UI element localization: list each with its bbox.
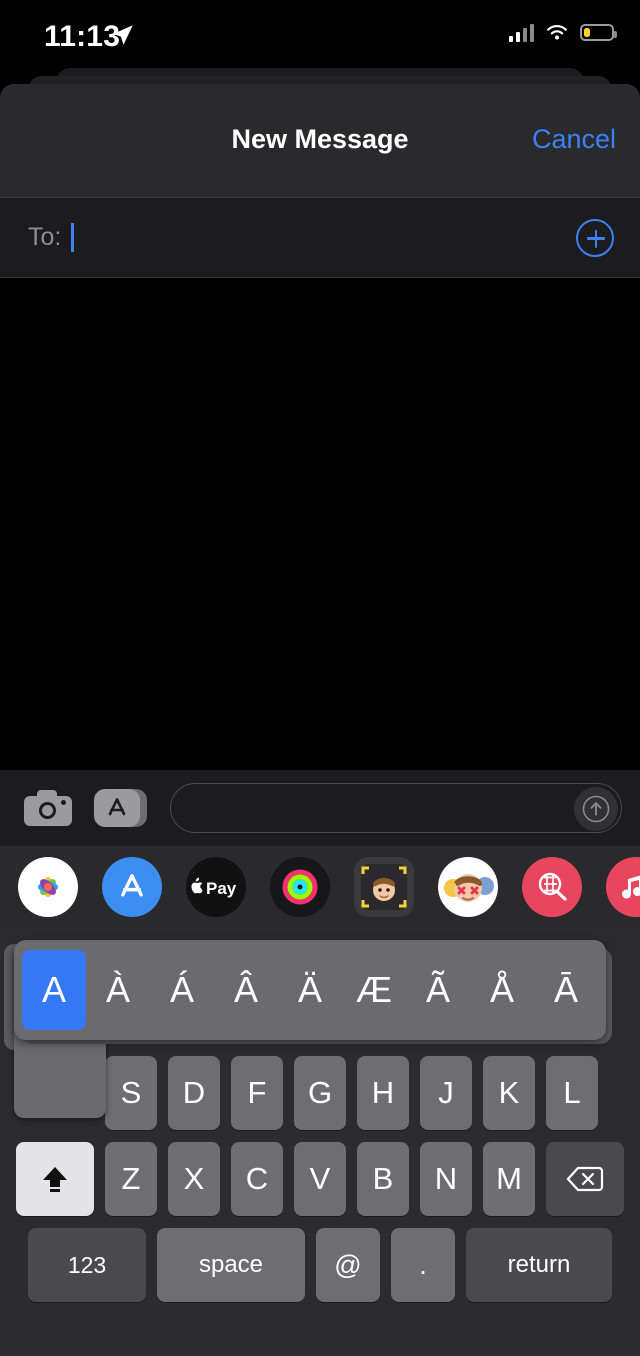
conversation-area	[0, 278, 640, 770]
cellular-bars-icon	[508, 22, 534, 42]
status-bar-time: 11:13	[44, 20, 121, 53]
accent-character-popup[interactable]: AÀÁÂÄÆÃÅĀ	[14, 940, 606, 1040]
key-numeric[interactable]: 123	[28, 1228, 146, 1302]
imessage-app-drawer[interactable]: Pay	[0, 846, 640, 928]
delete-backspace-icon[interactable]	[546, 1142, 624, 1216]
accent-option-Ä[interactable]: Ä	[278, 950, 342, 1030]
key-z[interactable]: Z	[105, 1142, 157, 1216]
cancel-button[interactable]: Cancel	[532, 124, 616, 155]
key-g[interactable]: G	[294, 1056, 346, 1130]
wifi-icon	[547, 25, 567, 40]
battery-low-icon	[580, 23, 617, 41]
camera-icon[interactable]	[24, 790, 72, 826]
accent-option-Æ[interactable]: Æ	[342, 950, 406, 1030]
status-bar: 11:13	[0, 0, 640, 70]
key-at[interactable]: @	[316, 1228, 380, 1302]
key-period[interactable]: .	[391, 1228, 455, 1302]
key-j[interactable]: J	[420, 1056, 472, 1130]
accent-option-Ā[interactable]: Ā	[534, 950, 598, 1030]
status-bar-indicators	[508, 22, 617, 42]
recipient-label: To:	[28, 223, 62, 251]
key-c[interactable]: C	[231, 1142, 283, 1216]
key-h[interactable]: H	[357, 1056, 409, 1130]
app-drawer-item-images[interactable]	[522, 857, 582, 917]
onscreen-keyboard[interactable]: AÀÁÂÄÆÃÅĀ ASDFGHJKL ZXCVBNM 123 space @ …	[0, 928, 640, 1356]
recipient-field-row[interactable]: To:	[0, 198, 640, 278]
app-store-icon[interactable]	[94, 787, 147, 829]
send-button[interactable]	[574, 787, 618, 831]
key-k[interactable]: K	[483, 1056, 535, 1130]
key-space[interactable]: space	[157, 1228, 305, 1302]
accent-option-A[interactable]: A	[22, 950, 86, 1030]
shift-up-arrow-icon[interactable]	[16, 1142, 94, 1216]
key-f[interactable]: F	[231, 1056, 283, 1130]
app-drawer-item-photos[interactable]	[18, 857, 78, 917]
plus-circle-icon[interactable]	[576, 218, 614, 257]
keyboard-row-function[interactable]: 123 space @ . return	[0, 1228, 640, 1302]
key-l[interactable]: L	[546, 1056, 598, 1130]
svg-text:Pay: Pay	[206, 879, 237, 898]
navigation-bar: New Message Cancel	[0, 84, 640, 198]
key-n[interactable]: N	[420, 1142, 472, 1216]
accent-option-Å[interactable]: Å	[470, 950, 534, 1030]
accent-option-À[interactable]: À	[86, 950, 150, 1030]
location-arrow-icon	[113, 25, 133, 45]
key-v[interactable]: V	[294, 1142, 346, 1216]
key-m[interactable]: M	[483, 1142, 535, 1216]
message-input[interactable]	[170, 783, 622, 833]
message-input-bar	[0, 770, 640, 846]
accent-option-Ã[interactable]: Ã	[406, 950, 470, 1030]
new-message-sheet: New Message Cancel To: Pay A À Á Â Ä Æ Ã…	[0, 84, 640, 1356]
keyboard-row-bottom[interactable]: ZXCVBNM	[0, 1142, 640, 1216]
app-drawer-item-apple-pay[interactable]: Pay	[186, 857, 246, 917]
iphone-screen: 11:13 New Message Cancel To: Pay A À Á Â…	[0, 0, 640, 1356]
key-x[interactable]: X	[168, 1142, 220, 1216]
key-b[interactable]: B	[357, 1142, 409, 1216]
app-drawer-item-memoji[interactable]	[354, 857, 414, 917]
app-drawer-item-fitness[interactable]	[270, 857, 330, 917]
accent-option-Â[interactable]: Â	[214, 950, 278, 1030]
text-caret	[71, 223, 75, 252]
accent-option-Á[interactable]: Á	[150, 950, 214, 1030]
app-drawer-item-music[interactable]	[606, 857, 640, 917]
key-s[interactable]: S	[105, 1056, 157, 1130]
app-drawer-item-app-store[interactable]	[102, 857, 162, 917]
key-return[interactable]: return	[466, 1228, 612, 1302]
battery-fill	[584, 27, 590, 37]
app-drawer-item-animoji-stickers[interactable]	[438, 857, 498, 917]
key-d[interactable]: D	[168, 1056, 220, 1130]
